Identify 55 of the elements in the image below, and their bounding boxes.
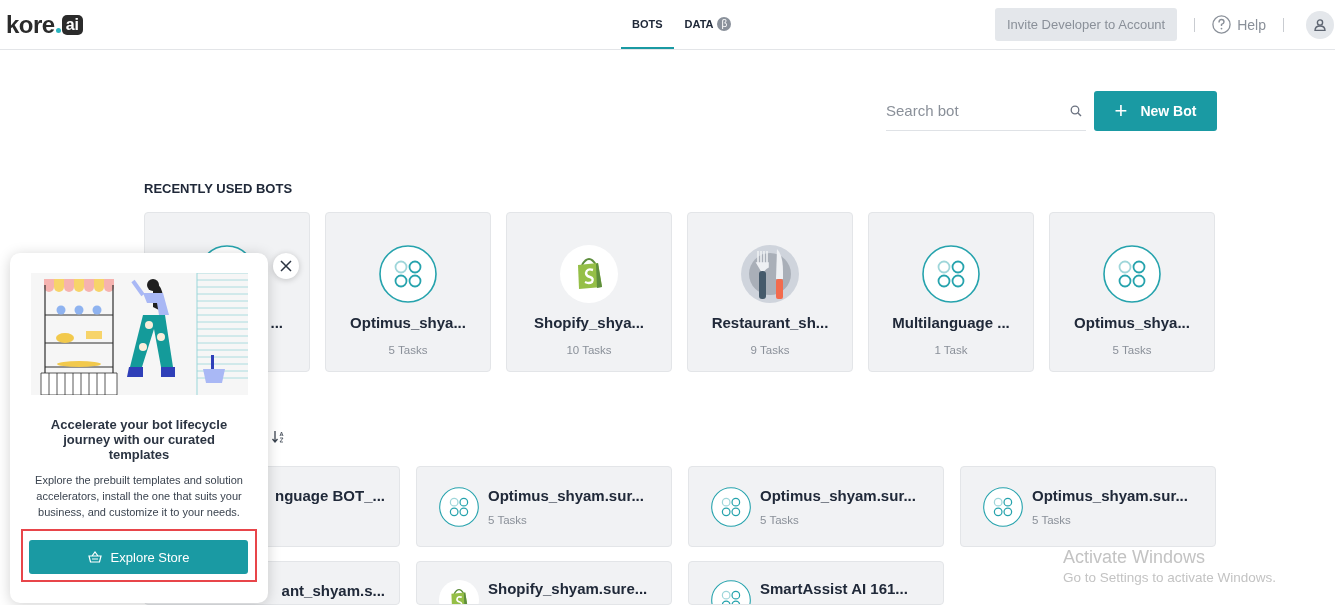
bot-name: Shopify_shyam.sure...	[488, 580, 648, 597]
bot-grid-icon	[1103, 245, 1161, 303]
bot-name: Shopify_shya...	[533, 314, 644, 331]
bot-name: nguage BOT_...	[275, 487, 385, 504]
bot-card[interactable]: Shopify_shyam.sure...	[416, 561, 672, 605]
bot-card[interactable]: Shopify_shya... 10 Tasks	[506, 212, 672, 372]
bot-name: ...	[270, 314, 283, 331]
task-count: 10 Tasks	[566, 344, 612, 356]
bot-card[interactable]: Optimus_shya... 5 Tasks	[1049, 212, 1215, 372]
user-icon	[1314, 18, 1326, 31]
bot-card[interactable]: Restaurant_sh... 9 Tasks	[687, 212, 853, 372]
task-count: 5 Tasks	[760, 514, 800, 526]
bot-name: SmartAssist AI 161...	[760, 580, 908, 597]
bot-name: Optimus_shyam.sur...	[760, 487, 916, 504]
bot-grid-icon	[922, 245, 980, 303]
bot-name: Optimus_shyam.sur...	[1032, 487, 1188, 504]
bot-grid-icon	[439, 486, 479, 527]
help-icon	[1212, 15, 1232, 34]
bot-grid-icon	[711, 486, 751, 527]
section-title: RECENTLY USED BOTS	[144, 181, 293, 196]
search-icon	[1070, 105, 1082, 117]
bot-card[interactable]: SmartAssist AI 161...	[688, 561, 944, 605]
bot-card[interactable]: Multilanguage ... 1 Task	[868, 212, 1034, 372]
shopping-bag-icon	[560, 245, 618, 303]
user-avatar[interactable]	[1306, 10, 1334, 39]
beta-badge: β	[717, 16, 732, 31]
logo: kore ai	[6, 10, 84, 39]
task-count: 5 Tasks	[488, 514, 528, 526]
bot-name: ant_shyam.s...	[281, 582, 385, 599]
bot-name: Optimus_shya...	[350, 314, 466, 331]
task-count: 5 Tasks	[388, 344, 428, 356]
sort-icon	[272, 430, 286, 444]
search-field[interactable]: Search bot	[886, 91, 1086, 131]
bot-name: Multilanguage ...	[892, 314, 1010, 331]
nav-tab[interactable]: BOTS	[621, 0, 674, 49]
fork-and-knife-icon	[741, 245, 799, 303]
task-count: 9 Tasks	[750, 344, 790, 356]
popup-title: Accelerate your bot lifecycle journey with our curated templates	[49, 417, 229, 462]
task-count: 5 Tasks	[1032, 514, 1072, 526]
bot-card[interactable]: Optimus_shyam.sur... 5 Tasks	[688, 466, 944, 547]
bot-name: Optimus_shyam.sur...	[488, 487, 644, 504]
activation-title: Activate Windows	[1063, 547, 1207, 568]
bot-grid-icon	[379, 245, 437, 303]
nav-tab[interactable]: DATA β	[673, 0, 743, 49]
close-icon	[280, 260, 292, 272]
bot-card[interactable]: Optimus_shyam.sur... 5 Tasks	[960, 466, 1216, 547]
bot-grid-icon	[983, 486, 1023, 527]
bot-card[interactable]: Optimus_shyam.sur... 5 Tasks	[416, 466, 672, 547]
bot-name: Restaurant_sh...	[711, 314, 829, 331]
task-count: 5 Tasks	[1112, 344, 1152, 356]
task-count: 1 Task	[934, 344, 968, 356]
activation-message: Go to Settings to activate Windows.	[1063, 570, 1277, 585]
bot-name: Optimus_shya...	[1074, 314, 1190, 331]
basket-icon	[87, 551, 102, 563]
bot-card[interactable]: Optimus_shya... 5 Tasks	[325, 212, 491, 372]
